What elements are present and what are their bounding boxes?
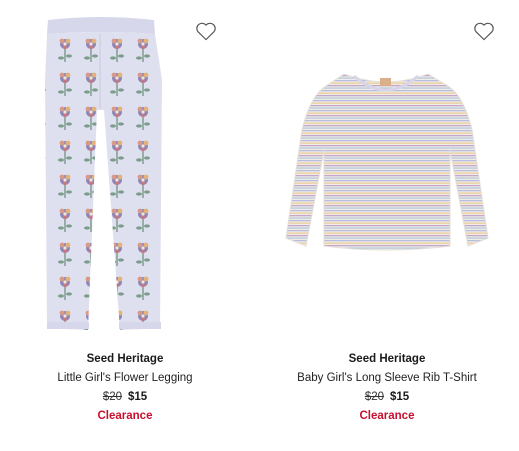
product-image-rib-tshirt[interactable] xyxy=(262,0,512,340)
heart-outline-icon[interactable] xyxy=(471,18,497,44)
product-price: $20 $15 xyxy=(0,389,250,405)
product-card[interactable]: Seed Heritage Baby Girl's Long Sleeve Ri… xyxy=(262,0,512,451)
sale-price: $15 xyxy=(128,391,148,403)
original-price: $20 xyxy=(102,391,122,403)
clearance-badge: Clearance xyxy=(97,410,153,422)
product-card[interactable]: Seed Heritage Little Girl's Flower Leggi… xyxy=(0,0,250,451)
product-info: Seed Heritage Little Girl's Flower Leggi… xyxy=(0,351,250,424)
original-price: $20 xyxy=(364,391,384,403)
product-price: $20 $15 xyxy=(262,389,512,405)
product-name-link[interactable]: Little Girl's Flower Legging xyxy=(0,370,250,386)
product-image-flower-legging[interactable] xyxy=(0,0,250,340)
product-brand: Seed Heritage xyxy=(86,353,164,365)
sale-price: $15 xyxy=(390,391,410,403)
product-brand: Seed Heritage xyxy=(348,353,426,365)
clearance-badge: Clearance xyxy=(359,410,415,422)
legging-illustration xyxy=(45,17,162,330)
product-info: Seed Heritage Baby Girl's Long Sleeve Ri… xyxy=(262,351,512,424)
heart-outline-icon[interactable] xyxy=(193,18,219,44)
tshirt-illustration xyxy=(285,73,489,251)
product-name-link[interactable]: Baby Girl's Long Sleeve Rib T-Shirt xyxy=(262,370,512,386)
